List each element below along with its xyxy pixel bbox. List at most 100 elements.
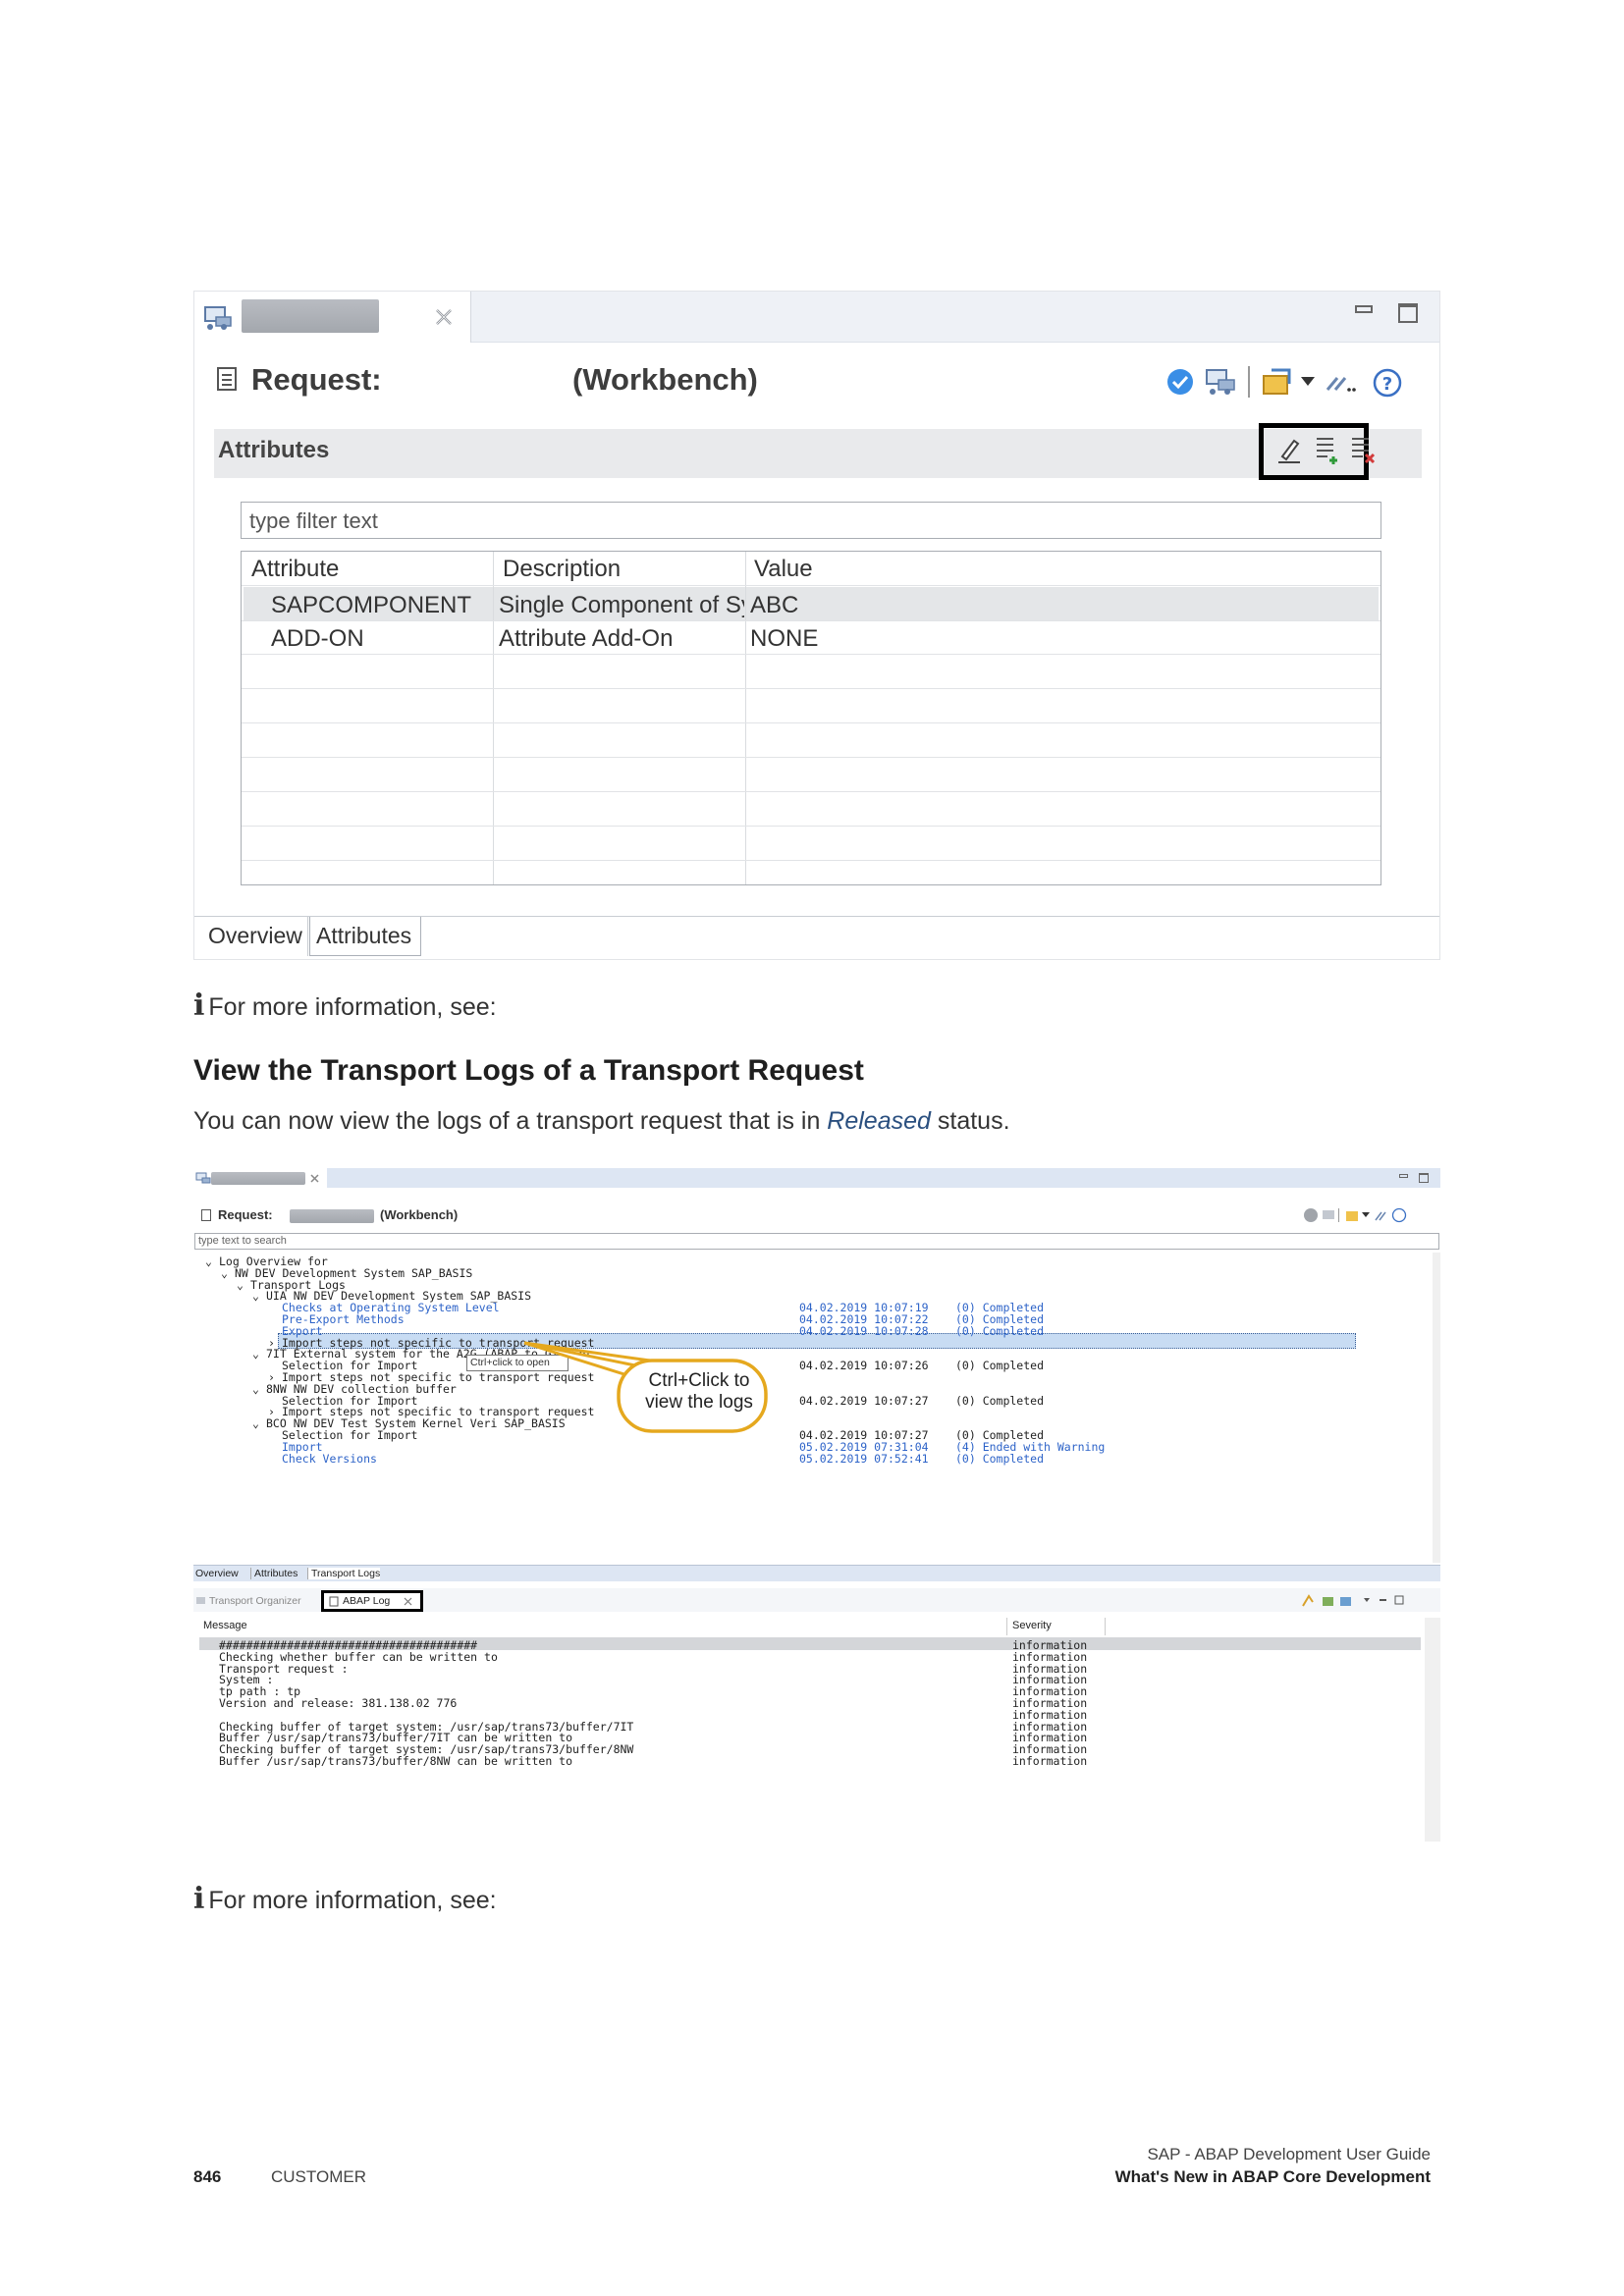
tree-item-status: (0) Completed (955, 1359, 1045, 1373)
minimize-icon[interactable] (1355, 305, 1373, 313)
tab-transport-organizer[interactable]: Transport Organizer (209, 1595, 301, 1607)
attributes-section-bar: Attributes (214, 429, 1422, 478)
tree-item-timestamp: 04.02.2019 10:07:28 (799, 1323, 929, 1338)
tab-attributes[interactable]: Attributes (309, 917, 421, 956)
tree-scrollbar[interactable] (1433, 1253, 1440, 1563)
transport-organizer-icon (196, 1597, 205, 1604)
close-tab-icon[interactable] (434, 307, 454, 327)
header-toolbar[interactable] (1303, 1207, 1440, 1223)
tree-item-status: (0) Completed (955, 1323, 1045, 1338)
section-heading: View the Transport Logs of a Transport R… (193, 1054, 864, 1087)
column-header-message[interactable]: Message (203, 1620, 247, 1631)
log-severity: information (1012, 1754, 1088, 1768)
tab-attributes[interactable]: Attributes (250, 1568, 298, 1579)
request-title: Request: (218, 1207, 273, 1222)
tree-expander[interactable]: ⌄ (221, 1266, 228, 1280)
column-header-attribute[interactable]: Attribute (251, 556, 339, 583)
column-header-value[interactable]: Value (754, 556, 813, 583)
info-note-1: i For more information, see: (193, 988, 497, 1023)
redacted-request-id (290, 1209, 374, 1223)
editor-tabbar (194, 292, 1439, 343)
tree-expander[interactable]: ⌄ (252, 1416, 259, 1430)
request-document-icon (217, 367, 237, 391)
callout-line-1: Ctrl+Click to (648, 1370, 750, 1391)
edit-attribute-icon[interactable] (1276, 437, 1302, 464)
tab-overview[interactable]: Overview (202, 917, 308, 956)
filter-input[interactable]: type filter text (241, 502, 1381, 539)
row2-description: Attribute Add-On (499, 625, 674, 652)
redacted-request-id (211, 1172, 305, 1185)
editor-tabs-2: Overview Attributes Transport Logs (193, 1565, 1440, 1581)
tree-expander[interactable]: ⌄ (252, 1347, 259, 1361)
redacted-request-id (242, 299, 379, 333)
close-tab-icon[interactable] (404, 1597, 412, 1606)
info-note-text: For more information, see: (208, 993, 497, 1021)
svg-text:?: ? (1382, 374, 1392, 395)
link-icon[interactable] (1326, 372, 1357, 394)
row1-attribute: SAPCOMPONENT (271, 592, 472, 618)
info-note-text: For more information, see: (208, 1887, 497, 1914)
info-icon: i (193, 1882, 205, 1916)
minimize-icon[interactable] (1399, 1174, 1408, 1178)
para-text: You can now view the logs of a transport… (193, 1107, 828, 1135)
tab-transport-logs[interactable]: Transport Logs (307, 1568, 381, 1579)
log-document-icon (329, 1596, 339, 1607)
callout-line-2: view the logs (645, 1392, 753, 1413)
footer-guide-title: SAP - ABAP Development User Guide (1147, 2145, 1431, 2163)
editor-tab[interactable] (194, 292, 471, 343)
request-type: (Workbench) (572, 362, 758, 397)
tree-item-status: (0) Completed (955, 1393, 1045, 1408)
chevron-down-icon[interactable] (1300, 376, 1316, 388)
maximize-icon[interactable] (1398, 303, 1418, 323)
footer-label: CUSTOMER (271, 2167, 366, 2186)
tree-expander[interactable]: ⌄ (237, 1278, 244, 1292)
footer-chapter: What's New in ABAP Core Development (1114, 2167, 1431, 2186)
log-message: Buffer /usr/sap/trans73/buffer/8NW can b… (219, 1754, 573, 1768)
attributes-screenshot: Request: (Workbench) ? Attributes type f… (193, 291, 1440, 960)
transport-request-icon (204, 306, 232, 330)
toolbar-separator (1248, 366, 1250, 398)
column-header-severity[interactable]: Severity (1012, 1620, 1052, 1631)
tab-overview[interactable]: Overview (195, 1568, 239, 1579)
tree-item-timestamp: 04.02.2019 10:07:26 (799, 1359, 929, 1373)
para-text-end: status. (930, 1107, 1010, 1135)
tab-abap-log[interactable]: ABAP Log (343, 1595, 390, 1607)
remove-attribute-icon[interactable] (1349, 435, 1379, 466)
request-document-icon (201, 1209, 211, 1221)
transport-icon[interactable] (1206, 368, 1237, 396)
tree-item-timestamp: 05.02.2019 07:52:41 (799, 1451, 929, 1466)
tree-expander[interactable]: ⌄ (205, 1255, 212, 1268)
transport-request-icon (195, 1172, 211, 1184)
released-term: Released (827, 1107, 931, 1135)
section-title: Attributes (218, 437, 330, 463)
callout-text: Ctrl+Click to view the logs (630, 1370, 768, 1414)
release-icon[interactable] (1262, 366, 1295, 398)
request-type: (Workbench) (380, 1207, 459, 1222)
tree-expander[interactable]: ⌄ (252, 1382, 259, 1396)
help-icon[interactable]: ? (1373, 368, 1402, 398)
row1-value: ABC (750, 592, 799, 618)
abap-log-table: Message Severity #######################… (193, 1618, 1440, 1842)
maximize-icon[interactable] (1419, 1173, 1429, 1183)
tree-item[interactable]: Check Versions (282, 1452, 377, 1466)
transport-logs-screenshot: Request: (Workbench) type text to search… (193, 1168, 1440, 1842)
editor-bottom-tabs: Overview Attributes (194, 916, 1439, 959)
info-note-2: i For more information, see: (193, 1882, 497, 1916)
info-icon: i (193, 988, 205, 1023)
search-input[interactable]: type text to search (194, 1233, 1439, 1250)
tree-expander[interactable]: ⌄ (252, 1289, 259, 1303)
log-tree: ⌄ Log Overview for ⌄ NW DEV Development Sys… (193, 1253, 1440, 1563)
lower-panel-toolbar[interactable] (1301, 1594, 1438, 1608)
row1-description: Single Component of System Comp (499, 592, 744, 618)
intro-paragraph: You can now view the logs of a transport… (193, 1107, 1010, 1136)
add-attribute-icon[interactable] (1314, 435, 1343, 466)
log-scrollbar[interactable] (1425, 1618, 1440, 1842)
column-header-description[interactable]: Description (503, 556, 621, 583)
row2-attribute: ADD-ON (271, 625, 364, 652)
check-icon[interactable] (1166, 368, 1194, 396)
close-tab-icon[interactable] (309, 1173, 320, 1184)
request-title: Request: (251, 362, 382, 397)
page-number: 846 (193, 2167, 222, 2186)
row2-value: NONE (750, 625, 819, 652)
editor-tabbar-2 (193, 1168, 1440, 1188)
